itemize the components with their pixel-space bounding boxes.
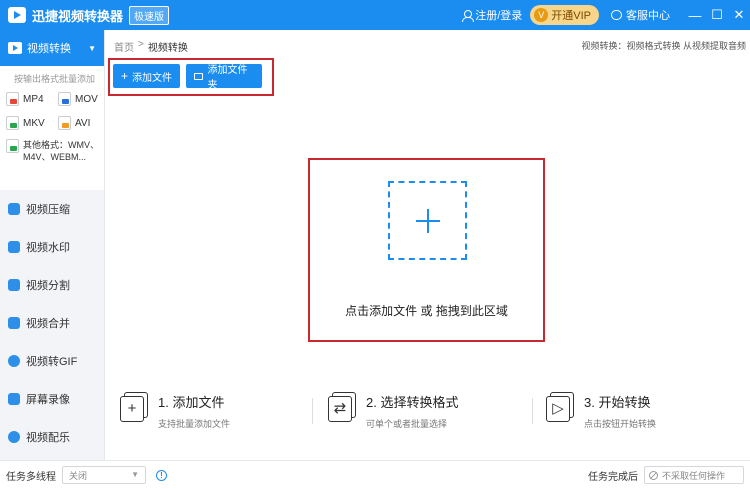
video-music-icon	[8, 431, 20, 443]
format-label: MKV	[23, 117, 45, 129]
vip-button[interactable]: V 开通VIP	[530, 5, 599, 25]
format-avi[interactable]: AVI	[58, 115, 108, 131]
video-watermark-icon	[8, 241, 20, 253]
service-label: 客服中心	[626, 10, 670, 22]
chevron-down-icon: ▼	[88, 43, 96, 53]
sidebar-item-label: 视频水印	[26, 242, 70, 254]
sidebar-item-gif[interactable]: 视频转GIF	[0, 342, 104, 380]
add-file-step-icon: +	[118, 390, 150, 422]
status-bar: 任务多线程 关闭 ▼ ! 任务完成后 不采取任何操作	[0, 460, 750, 489]
sidebar-item-merge[interactable]: 视频合并	[0, 304, 104, 342]
minimize-button[interactable]: —	[684, 0, 706, 30]
edition-badge: 极速版	[129, 5, 170, 25]
step-title: 3. 开始转换	[584, 395, 651, 410]
sidebar-item-label: 视频合并	[26, 318, 70, 330]
add-folder-button[interactable]: 添加文件夹	[186, 64, 262, 91]
select-format-step-icon: ⇄	[326, 390, 358, 422]
sidebar-item-music[interactable]: 视频配乐	[0, 418, 104, 456]
video-convert-icon	[8, 42, 22, 54]
step-subtitle: 可单个或者批量选择	[366, 419, 448, 429]
video-merge-icon	[8, 317, 20, 329]
breadcrumb-separator: >	[138, 39, 144, 50]
add-folder-label: 添加文件夹	[207, 65, 248, 91]
format-mov[interactable]: MOV	[58, 91, 108, 107]
video-split-icon	[8, 279, 20, 291]
close-button[interactable]: ✕	[728, 0, 750, 30]
format-label: MP4	[23, 93, 44, 105]
step-start-convert: ▷ 3. 开始转换 点击按钮开始转换	[544, 390, 656, 430]
video-compress-icon	[8, 203, 20, 215]
sidebar-item-split[interactable]: 视频分割	[0, 266, 104, 304]
mov-file-icon	[58, 92, 71, 106]
mp4-file-icon	[6, 92, 19, 106]
sidebar-item-record[interactable]: 屏幕录像	[0, 380, 104, 418]
after-complete-label: 任务完成后	[588, 471, 638, 483]
title-bar: 迅捷视频转换器 极速版 注册/登录 V 开通VIP 客服中心 — ☐ ✕	[0, 0, 750, 30]
avi-file-icon	[58, 116, 71, 130]
after-complete-value: 不采取任何操作	[662, 470, 726, 481]
chevron-down-icon: ▼	[131, 470, 139, 479]
drop-zone-text: 点击添加文件 或 拖拽到此区域	[345, 304, 508, 318]
add-file-button[interactable]: + 添加文件	[113, 64, 180, 88]
after-complete-select[interactable]: 不采取任何操作	[644, 466, 744, 484]
sidebar-item-watermark[interactable]: 视频水印	[0, 228, 104, 266]
sidebar-item-label: 视频压缩	[26, 204, 70, 216]
breadcrumb-current: 视频转换	[147, 43, 188, 54]
threads-select[interactable]: 关闭 ▼	[62, 466, 146, 484]
threads-label: 任务多线程	[6, 471, 56, 483]
app-logo-icon	[8, 7, 26, 23]
step-add-file: + 1. 添加文件 支持批量添加文件	[118, 390, 230, 430]
step-subtitle: 支持批量添加文件	[158, 419, 231, 429]
format-other[interactable]: 其他格式：WMV、 M4V、WEBM...	[0, 139, 104, 163]
format-hint: 按输出格式批量添加	[14, 74, 96, 84]
feature-hint: 视频转换：视频格式转换 从视频提取音频	[581, 41, 746, 51]
step-select-format: ⇄ 2. 选择转换格式 可单个或者批量选择	[326, 390, 458, 430]
add-file-label: 添加文件	[132, 72, 173, 84]
other-format-file-icon	[6, 139, 19, 153]
sidebar-item-label: 屏幕录像	[26, 394, 70, 406]
info-icon[interactable]: !	[156, 469, 167, 481]
plus-icon: +	[121, 69, 129, 83]
user-icon	[462, 9, 475, 22]
start-convert-step-icon: ▷	[544, 390, 576, 422]
format-label: MOV	[75, 93, 98, 105]
step-divider	[532, 398, 533, 424]
breadcrumb-home[interactable]: 首页	[114, 39, 134, 54]
format-label: AVI	[75, 117, 91, 129]
screen-record-icon	[8, 393, 20, 405]
login-label: 注册/登录	[475, 10, 523, 22]
add-plus-icon-vertical	[427, 209, 429, 233]
other-formats-line1: 其他格式：WMV、	[23, 140, 99, 150]
video-gif-icon	[8, 355, 20, 367]
folder-icon	[194, 72, 203, 80]
sidebar-item-video-convert[interactable]: 视频转换 ▼	[0, 30, 104, 66]
step-subtitle: 点击按钮开始转换	[584, 419, 657, 429]
sidebar-item-label: 视频分割	[26, 280, 70, 292]
step-divider	[312, 398, 313, 424]
vip-crown-icon: V	[534, 8, 549, 22]
sidebar-item-label: 视频转换	[27, 43, 71, 55]
customer-service-button[interactable]: 客服中心	[611, 7, 670, 23]
threads-value: 关闭	[69, 470, 88, 481]
maximize-button[interactable]: ☐	[706, 0, 728, 30]
format-panel: 按输出格式批量添加 MP4 MOV MKV AVI 其他格式：WMV、 M4V、…	[0, 66, 104, 190]
sidebar-item-label: 视频转GIF	[26, 356, 78, 368]
breadcrumb: 首页 > 视频转换	[114, 39, 188, 54]
vip-label: 开通VIP	[551, 10, 591, 22]
steps-guide: + 1. 添加文件 支持批量添加文件 ⇄ 2. 选择转换格式 可单个或者批量选择…	[114, 390, 744, 440]
step-title: 1. 添加文件	[158, 395, 225, 410]
app-title: 迅捷视频转换器	[32, 8, 124, 24]
mkv-file-icon	[6, 116, 19, 130]
sidebar-item-label: 视频配乐	[26, 432, 70, 444]
format-mkv[interactable]: MKV	[6, 115, 58, 131]
other-formats-line2: M4V、WEBM...	[23, 152, 87, 162]
step-title: 2. 选择转换格式	[366, 395, 459, 410]
format-mp4[interactable]: MP4	[6, 91, 58, 107]
login-button[interactable]: 注册/登录	[462, 7, 522, 23]
chat-bubble-icon	[611, 10, 622, 20]
sidebar: 视频转换 ▼ 按输出格式批量添加 MP4 MOV MKV AVI 其他格式：WM…	[0, 30, 105, 460]
sidebar-item-compress[interactable]: 视频压缩	[0, 190, 104, 228]
ban-icon	[649, 470, 658, 480]
